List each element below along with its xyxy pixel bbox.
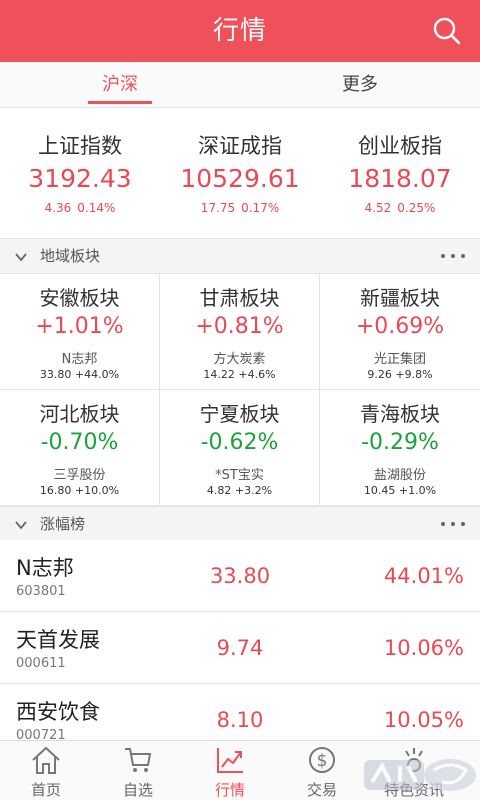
region-percent: -0.70%	[40, 430, 119, 455]
leading-stock-stats: 4.82 +3.2%	[206, 484, 273, 497]
more-dots-icon[interactable]	[440, 249, 466, 263]
nav-label: 首页	[30, 781, 61, 799]
gainers-section-header[interactable]: 涨幅榜	[0, 506, 480, 542]
stock-code: 000611	[16, 656, 66, 671]
leading-stock-stats: 16.80 +10.0%	[39, 484, 120, 497]
table-row[interactable]: 西安饮食 000721 8.10 10.05%	[0, 684, 480, 740]
page-title: 行情	[212, 16, 267, 46]
leading-stock-stats: 33.80 +44.0%	[39, 368, 120, 381]
region-grid: 安徽板块 +1.01% N志邦 33.80 +44.0% 甘肃板块 +0.81%…	[0, 274, 480, 506]
search-icon[interactable]	[432, 16, 462, 46]
region-percent: +1.01%	[35, 314, 124, 339]
nav-watchlist[interactable]: 自选	[92, 741, 184, 800]
tab-label: 沪深	[102, 74, 138, 95]
index-card[interactable]: 创业板指 1818.07 4.52 0.25%	[320, 108, 480, 238]
index-name: 创业板指	[358, 134, 442, 158]
index-summary: 上证指数 3192.43 4.36 0.14% 深证成指 10529.61 17.…	[0, 108, 480, 238]
region-cell[interactable]: 河北板块 -0.70% 三孚股份 16.80 +10.0%	[0, 390, 160, 506]
index-change: 4.36 0.14%	[44, 201, 116, 215]
region-cell[interactable]: 宁夏板块 -0.62% *ST宝实 4.82 +3.2%	[160, 390, 320, 506]
svg-text:$: $	[317, 751, 328, 771]
index-name: 深证成指	[198, 134, 282, 158]
index-change: 4.52 0.25%	[364, 201, 436, 215]
gainers-list: N志邦 603801 33.80 44.01% 天首发展 000611 9.74…	[0, 540, 480, 740]
region-cell[interactable]: 甘肃板块 +0.81% 方大炭素 14.22 +4.6%	[160, 274, 320, 390]
market-tabs: 沪深 更多	[0, 62, 480, 108]
nav-label: 自选	[122, 781, 153, 799]
nav-home[interactable]: 首页	[0, 741, 92, 800]
region-percent: +0.81%	[195, 314, 284, 339]
table-row[interactable]: 天首发展 000611 9.74 10.06%	[0, 612, 480, 684]
more-dots-icon[interactable]	[440, 517, 466, 531]
region-cell[interactable]: 新疆板块 +0.69% 光正集团 9.26 +9.8%	[320, 274, 480, 390]
nav-market[interactable]: 行情	[184, 741, 276, 800]
home-icon	[32, 746, 60, 774]
region-name: 河北板块	[39, 402, 120, 426]
active-tab-indicator	[88, 101, 152, 104]
leading-stock-stats: 10.45 +1.0%	[363, 484, 437, 497]
stock-percent: 10.06%	[383, 636, 464, 660]
stock-name: N志邦	[16, 556, 74, 580]
nav-label: 交易	[306, 781, 337, 799]
leading-stock: 盐湖股份	[373, 468, 426, 483]
nav-trade[interactable]: $ 交易	[276, 741, 368, 800]
region-percent: -0.62%	[200, 430, 279, 455]
stock-percent: 10.05%	[383, 708, 464, 732]
stock-price: 9.74	[216, 636, 264, 660]
region-percent: +0.69%	[355, 314, 445, 339]
table-row[interactable]: N志邦 603801 33.80 44.01%	[0, 540, 480, 612]
index-value: 3192.43	[28, 164, 132, 193]
stock-code: 000721	[16, 728, 66, 740]
index-value: 1818.07	[348, 164, 452, 193]
chevron-down-icon	[15, 253, 27, 262]
region-name: 青海板块	[360, 402, 440, 426]
index-name: 上证指数	[38, 134, 122, 158]
region-name: 新疆板块	[360, 286, 440, 310]
chevron-down-icon	[15, 521, 27, 530]
index-card[interactable]: 上证指数 3192.43 4.36 0.14%	[0, 108, 160, 238]
tab-label: 更多	[342, 74, 378, 95]
watermark-logo	[364, 759, 476, 791]
index-value: 10529.61	[180, 164, 300, 193]
leading-stock: *ST宝实	[215, 468, 264, 483]
app-header: 行情	[0, 0, 480, 62]
tab-hushen[interactable]: 沪深	[80, 62, 160, 108]
leading-stock: 光正集团	[373, 352, 426, 367]
section-title: 涨幅榜	[40, 515, 86, 533]
index-card[interactable]: 深证成指 10529.61 17.75 0.17%	[160, 108, 320, 238]
leading-stock: 三孚股份	[53, 468, 106, 483]
leading-stock: 方大炭素	[213, 352, 266, 367]
tab-more[interactable]: 更多	[320, 62, 400, 108]
stock-name: 天首发展	[16, 628, 100, 652]
region-section-header[interactable]: 地域板块	[0, 238, 480, 274]
region-name: 甘肃板块	[199, 286, 280, 310]
stock-price: 8.10	[216, 708, 264, 732]
stock-code: 603801	[16, 584, 66, 599]
region-name: 安徽板块	[39, 286, 120, 310]
stock-percent: 44.01%	[383, 564, 464, 588]
nav-label: 行情	[214, 781, 245, 799]
region-cell[interactable]: 青海板块 -0.29% 盐湖股份 10.45 +1.0%	[320, 390, 480, 506]
leading-stock: N志邦	[61, 352, 98, 367]
stock-price: 33.80	[209, 564, 271, 588]
cart-icon	[125, 748, 152, 772]
section-title: 地域板块	[40, 247, 101, 265]
region-name: 宁夏板块	[199, 402, 280, 426]
region-cell[interactable]: 安徽板块 +1.01% N志邦 33.80 +44.0%	[0, 274, 160, 390]
chart-trend-icon	[217, 748, 243, 773]
stock-name: 西安饮食	[16, 700, 100, 724]
leading-stock-stats: 9.26 +9.8%	[367, 368, 433, 381]
dollar-coin-icon: $	[309, 747, 335, 773]
index-change: 17.75 0.17%	[200, 201, 280, 215]
region-percent: -0.29%	[361, 430, 439, 455]
leading-stock-stats: 14.22 +4.6%	[203, 368, 276, 381]
